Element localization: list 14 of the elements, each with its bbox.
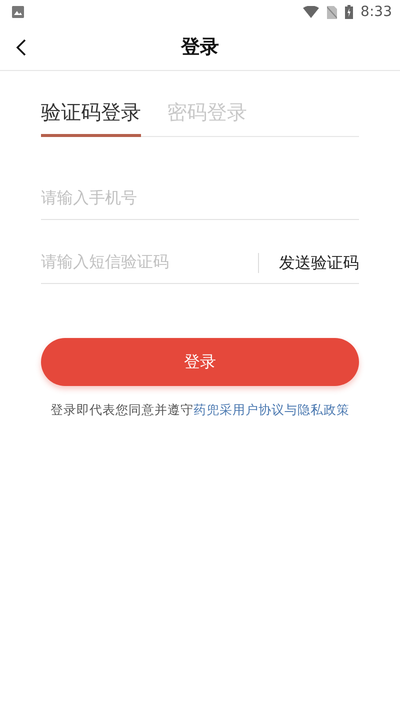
agreement-text: 登录即代表您同意并遵守药兜采用户协议与隐私政策	[50, 402, 350, 419]
status-time: 8:33	[360, 4, 392, 20]
back-icon[interactable]	[16, 39, 26, 56]
send-code-button[interactable]: 发送验证码	[279, 252, 359, 274]
wifi-icon	[302, 6, 319, 18]
image-icon	[12, 6, 24, 18]
agreement-link[interactable]: 药兜采用户协议与隐私政策	[194, 402, 350, 417]
no-sim-icon	[326, 6, 337, 18]
login-tab[interactable]: 验证码登录	[41, 99, 141, 137]
code-field[interactable]: 请输入短信验证码	[41, 254, 258, 272]
phone-field[interactable]: 请输入手机号	[41, 190, 359, 208]
page-title: 登录	[181, 35, 219, 60]
battery-icon	[344, 5, 353, 19]
login-button[interactable]: 登录	[41, 338, 359, 386]
